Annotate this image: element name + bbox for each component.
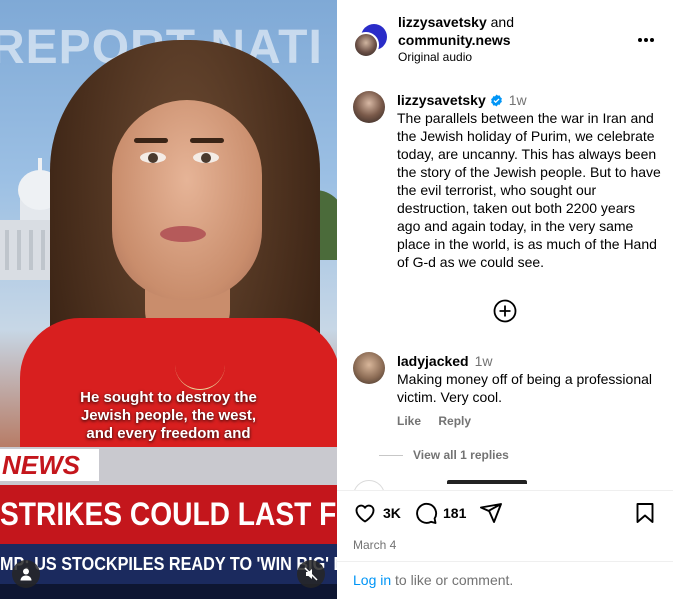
action-bar: 3K 181 <box>337 490 673 524</box>
author-link[interactable]: lizzysavetsky <box>398 14 487 30</box>
view-replies-button[interactable]: View all 1 replies <box>413 448 509 462</box>
avatar[interactable] <box>353 32 379 58</box>
load-more-comments-button[interactable] <box>493 299 517 323</box>
comment-timestamp[interactable]: 1w <box>475 353 493 369</box>
chyron-subline-bar: MP: US STOCKPILES READY TO 'WIN BIG' D <box>0 544 337 584</box>
chyron-footer-bar <box>0 584 337 599</box>
chyron-label: NEWS <box>0 449 99 481</box>
comment-username-partial <box>447 480 527 490</box>
reel-video[interactable]: REPORT NATI He sought to destroy the Jew… <box>0 0 337 599</box>
avatar <box>353 480 385 490</box>
audio-link[interactable]: Original audio <box>398 49 514 65</box>
save-button[interactable] <box>633 501 657 525</box>
chyron-subline: MP: US STOCKPILES READY TO 'WIN BIG' D <box>0 554 337 574</box>
login-link[interactable]: Log in <box>353 572 391 588</box>
next-comment-partial <box>353 480 663 490</box>
post-date[interactable]: March 4 <box>353 538 396 552</box>
author-joiner: and <box>486 14 514 30</box>
comment-icon <box>416 502 438 524</box>
login-prompt-text: to like or comment. <box>391 572 514 588</box>
coauthor-link[interactable]: community.news <box>398 31 514 49</box>
post-header: lizzysavetsky and community.news Origina… <box>398 13 514 65</box>
share-icon <box>480 503 502 523</box>
bookmark-icon <box>636 503 654 523</box>
like-count[interactable]: 3K <box>383 504 401 522</box>
video-caption-line: He sought to destroy the <box>80 389 257 406</box>
verified-badge-icon <box>490 94 502 107</box>
chyron-headline: STRIKES COULD LAST FO <box>0 496 337 532</box>
caption-timestamp[interactable]: 1w <box>509 92 527 108</box>
collab-avatars[interactable] <box>353 24 387 58</box>
presenter-eye <box>140 152 166 163</box>
share-button[interactable] <box>479 501 503 525</box>
heart-icon <box>355 504 375 523</box>
presenter-necklace <box>175 340 225 390</box>
login-prompt: Log in to like or comment. <box>337 561 673 588</box>
comment-username[interactable]: ladyjacked <box>397 353 469 369</box>
more-options-button[interactable] <box>638 38 654 42</box>
user-tag-icon <box>20 568 32 581</box>
muted-audio-icon <box>304 567 318 581</box>
video-caption-line: Jewish people, the west, <box>80 407 257 424</box>
presenter-brow <box>190 138 224 143</box>
comment-like-button[interactable]: Like <box>397 414 421 428</box>
presenter-brow <box>134 138 168 143</box>
comment-button[interactable] <box>414 501 438 525</box>
mute-toggle-button[interactable] <box>297 560 325 588</box>
caption-text: The parallels between the war in Iran an… <box>397 110 661 270</box>
post-details-panel: lizzysavetsky and community.news Origina… <box>337 0 673 599</box>
comment-reply-button[interactable]: Reply <box>438 414 471 428</box>
presenter-lips <box>160 226 206 242</box>
presenter-face <box>112 100 262 300</box>
caption-username[interactable]: lizzysavetsky <box>397 92 486 108</box>
like-button[interactable] <box>353 501 377 525</box>
comment-count[interactable]: 181 <box>443 504 466 522</box>
avatar[interactable] <box>353 352 385 384</box>
avatar[interactable] <box>353 91 385 123</box>
add-circle-icon <box>493 299 517 323</box>
video-caption-line: and every freedom and <box>86 425 251 442</box>
comment-text: Making money off of being a professional… <box>397 371 653 405</box>
chyron-headline-bar: STRIKES COULD LAST FO <box>0 485 337 544</box>
presenter-eye <box>193 152 219 163</box>
tagged-users-button[interactable] <box>12 560 40 588</box>
